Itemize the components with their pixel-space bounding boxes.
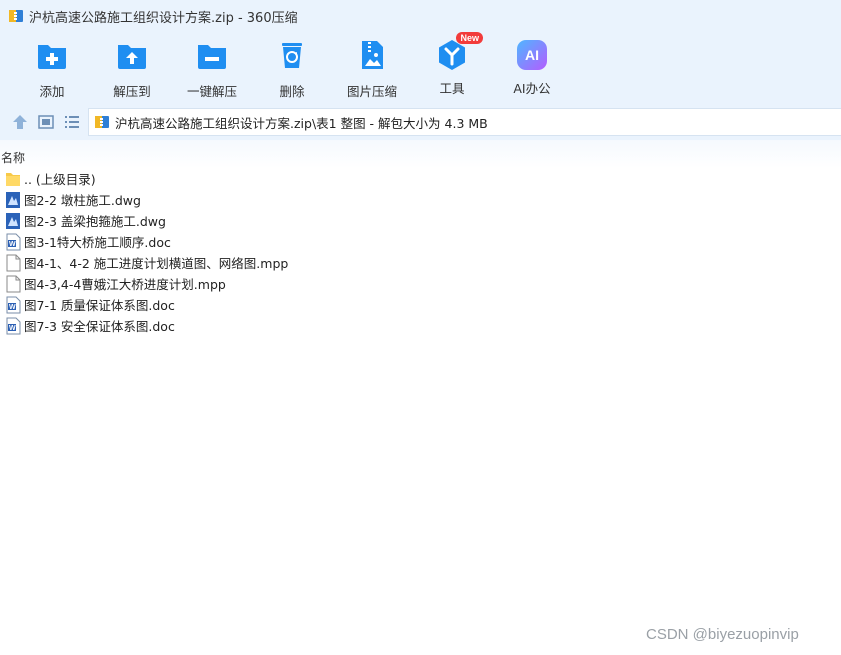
list-item[interactable]: W 图7-1 质量保证体系图.doc [0,294,841,315]
add-label: 添加 [39,84,65,99]
delete-button[interactable]: 删除 [252,38,332,100]
tools-label: 工具 [439,81,465,96]
dwg-file-icon [6,191,20,208]
one-click-extract-label: 一键解压 [186,84,237,99]
file-name: 图2-3 盖梁抱箍施工.dwg [24,214,166,229]
one-click-extract-button[interactable]: 一键解压 [172,38,252,100]
extract-to-button[interactable]: 解压到 [92,38,172,100]
file-list: .. (上级目录) 图2-2 墩柱施工.dwg 图2-3 盖梁抱箍施工.dwg … [0,168,841,336]
tools-button[interactable]: New 工具 [412,32,492,97]
list-item[interactable]: 图4-1、4-2 施工进度计划横道图、网络图.mpp [0,252,841,273]
view-list-icon[interactable] [63,113,81,131]
ai-office-icon-text: AI [525,47,539,63]
image-compress-icon [362,41,383,69]
add-button[interactable]: 添加 [12,38,92,100]
extract-to-icon [118,45,146,69]
word-doc-icon: W [6,317,21,334]
list-item[interactable]: 图2-3 盖梁抱箍施工.dwg [0,210,841,231]
ai-office-label: AI办公 [513,81,551,96]
zip-archive-icon [9,10,23,22]
extract-to-label: 解压到 [113,84,151,99]
word-doc-icon: W [6,233,21,250]
list-item[interactable]: 图2-2 墩柱施工.dwg [0,189,841,210]
watermark-text: CSDN @biyezuopinvip [646,626,799,643]
file-name: 图7-1 质量保证体系图.doc [24,298,175,313]
main-toolbar: 添加 解压到 一键解压 删除 图片压缩 New 工具 AI AI办公 [0,32,841,104]
image-compress-button[interactable]: 图片压缩 [332,38,412,100]
recycle-bin-icon [282,43,302,68]
word-doc-icon: W [6,296,21,313]
delete-label: 删除 [279,84,305,99]
folder-icon [6,172,20,186]
column-header: 名称 [0,140,841,168]
window-title: 沪杭高速公路施工组织设计方案.zip - 360压缩 [29,10,298,26]
title-bar: 沪杭高速公路施工组织设计方案.zip - 360压缩 [0,0,841,32]
zip-archive-icon [95,116,109,128]
file-name: 图4-1、4-2 施工进度计划横道图、网络图.mpp [24,256,289,271]
list-item[interactable]: 图4-3,4-4曹娥江大桥进度计划.mpp [0,273,841,294]
file-name: 图7-3 安全保证体系图.doc [24,319,175,334]
up-arrow-icon[interactable] [11,113,29,131]
list-item[interactable]: W 图7-3 安全保证体系图.doc [0,315,841,336]
blank-file-icon [6,254,21,271]
file-name: .. (上级目录) [24,172,96,187]
svg-text:W: W [9,304,16,311]
add-folder-icon [38,45,66,69]
svg-text:W: W [9,325,16,332]
navigation-bar: 沪杭高速公路施工组织设计方案.zip\表1 整图 - 解包大小为 4.3 MB [0,104,841,140]
address-bar[interactable]: 沪杭高速公路施工组织设计方案.zip\表1 整图 - 解包大小为 4.3 MB [88,108,841,136]
new-badge: New [456,32,483,44]
view-thumbnail-icon[interactable] [37,113,55,131]
file-name: 图2-2 墩柱施工.dwg [24,193,141,208]
svg-text:W: W [9,241,16,248]
dwg-file-icon [6,212,20,229]
ai-office-button[interactable]: AI AI办公 [492,38,572,97]
file-name: 图3-1特大桥施工顺序.doc [24,235,171,250]
name-column-header[interactable]: 名称 [1,149,25,166]
blank-file-icon [6,275,21,292]
image-compress-label: 图片压缩 [346,84,397,99]
file-name: 图4-3,4-4曹娥江大桥进度计划.mpp [24,277,226,292]
list-item[interactable]: W 图3-1特大桥施工顺序.doc [0,231,841,252]
list-item-parent-folder[interactable]: .. (上级目录) [0,168,841,189]
ai-office-icon: AI [517,40,547,70]
address-path: 沪杭高速公路施工组织设计方案.zip\表1 整图 - 解包大小为 4.3 MB [115,115,488,131]
one-click-extract-icon [198,45,226,69]
